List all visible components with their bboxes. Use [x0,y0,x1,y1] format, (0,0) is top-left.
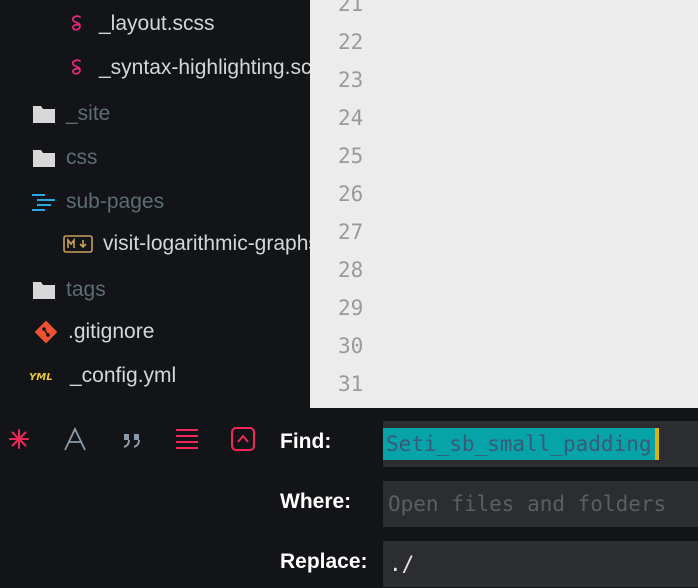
markdown-icon [62,231,94,257]
tree-item-label: _syntax-highlighting.scss [99,56,310,79]
folder-icon [31,145,57,171]
in-selection-toggle[interactable] [226,424,260,458]
line-number: 23 [338,68,364,92]
git-icon [33,319,59,345]
where-input[interactable]: Open files and folders [383,481,698,527]
tree-item-label: _config.yml [70,364,177,387]
tree-item-config-yml[interactable]: YML _config.yml [29,356,176,396]
line-number: 22 [338,30,364,54]
replace-input[interactable]: ./ [383,541,698,587]
case-sensitive-icon [62,426,88,457]
tree-item-tags-folder[interactable]: tags [31,270,106,310]
editor-pane[interactable]: 21 22 23 24 25 26 27 28 29 30 31 [310,0,698,408]
tree-item-label: visit-logarithmic-graphs.md [103,232,310,255]
whole-word-toggle[interactable] [115,424,149,458]
tree-item-label: _layout.scss [99,12,215,35]
yml-icon: YML [29,363,61,389]
text-caret [654,428,659,460]
folder-icon [31,101,57,127]
line-number: 31 [338,372,364,396]
where-label: Where: [280,490,352,513]
sass-icon [64,55,90,81]
in-selection-icon [230,426,256,457]
line-number: 30 [338,334,364,358]
regex-icon [7,427,31,456]
sass-icon [64,11,90,37]
wrap-toggle[interactable] [170,424,204,458]
line-number: 28 [338,258,364,282]
whole-word-icon [119,426,145,457]
folder-open-icon [31,189,57,215]
tree-item-site-folder[interactable]: _site [31,94,110,134]
replace-label: Replace: [280,550,368,573]
find-label: Find: [280,430,332,453]
tree-item-layout-scss[interactable]: _layout.scss [64,4,215,44]
line-number: 26 [338,182,364,206]
line-number: 25 [338,144,364,168]
case-sensitive-toggle[interactable] [58,424,92,458]
tree-item-gitignore[interactable]: .gitignore [33,312,154,352]
svg-text:YML: YML [29,372,53,383]
find-query-selection: Seti_sb_small_padding [383,428,655,460]
tree-item-label: tags [66,278,106,301]
folder-icon [31,277,57,303]
tree-item-syntax-highlighting[interactable]: _syntax-highlighting.scss [64,48,310,88]
file-sidebar: _layout.scss _syntax-highlighting.scss _… [0,0,310,408]
line-number: 29 [338,296,364,320]
tree-item-label: _site [66,102,111,125]
line-number: 21 [338,0,364,16]
wrap-icon [174,427,200,456]
line-number: 27 [338,220,364,244]
tree-item-label: .gitignore [68,320,155,343]
tree-item-label: sub-pages [66,190,165,213]
find-input[interactable]: Seti_sb_small_padding [383,421,698,467]
tree-item-sub-pages-folder[interactable]: sub-pages [31,182,164,222]
line-number: 24 [338,106,364,130]
tree-item-css-folder[interactable]: css [31,138,98,178]
find-in-files-panel: Find: Where: Replace: Seti_sb_small_padd… [0,408,698,588]
regex-toggle[interactable] [2,424,36,458]
tree-item-markdown-file[interactable]: visit-logarithmic-graphs.md [62,224,310,264]
tree-item-label: css [66,146,98,169]
